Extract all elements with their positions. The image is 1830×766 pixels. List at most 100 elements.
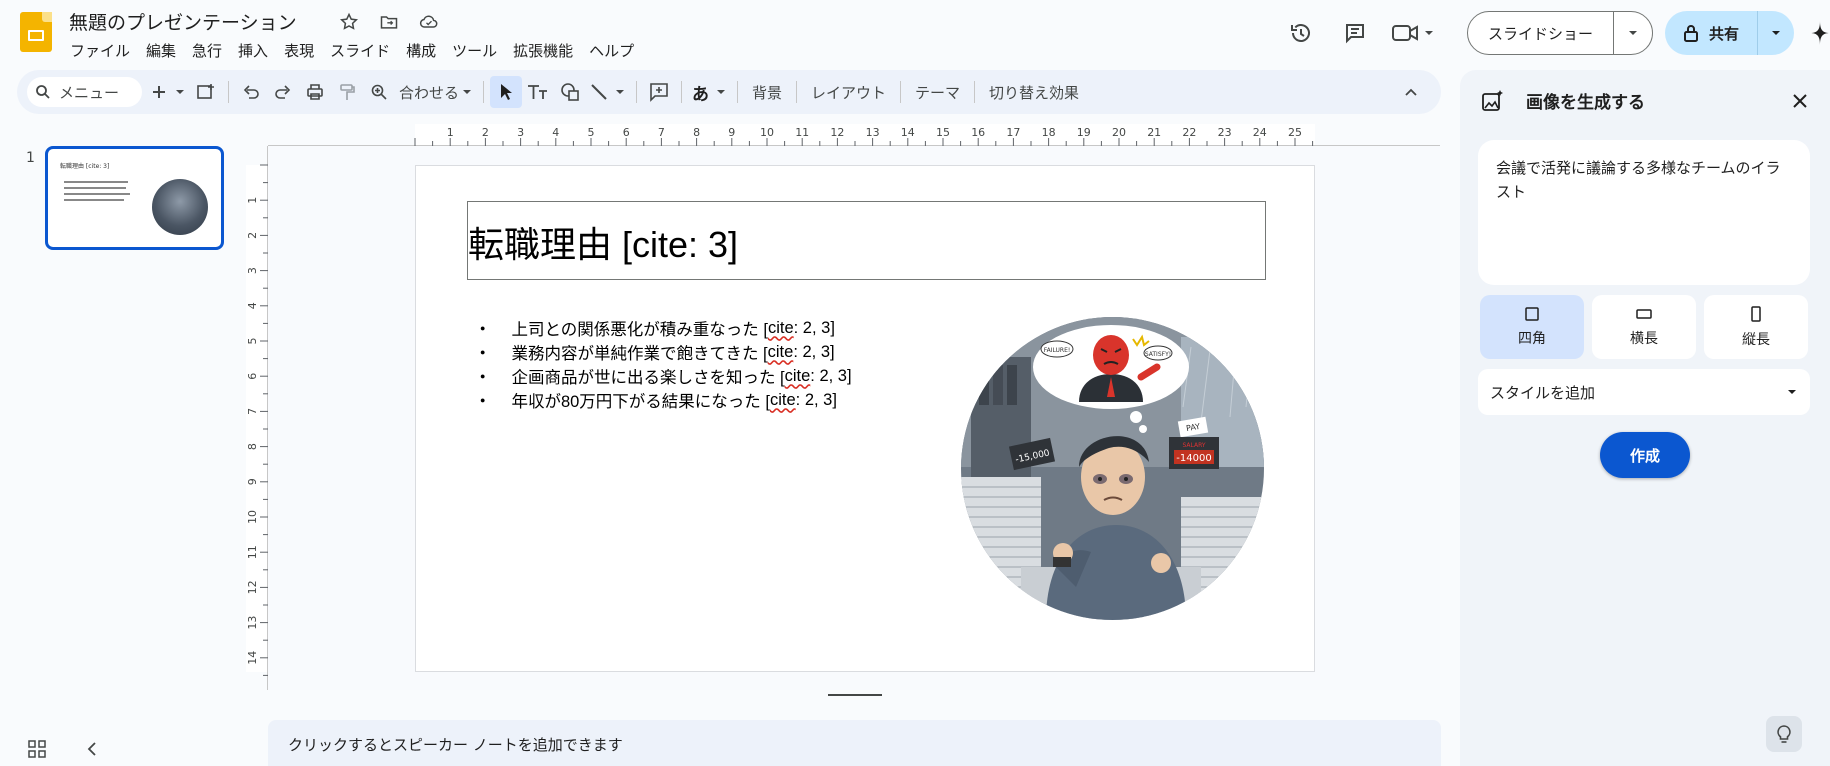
slide-editor[interactable]: 転職理由 [cite: 3] 上司との関係悪化が積み重なった [cite: 2,…	[415, 165, 1315, 672]
bullet-text: 企画商品が世に出る楽しさを知った [	[511, 369, 785, 387]
menu-slide[interactable]: スライド	[322, 38, 398, 63]
notes-resize-handle[interactable]	[828, 694, 882, 696]
chevron-down-icon	[717, 90, 725, 94]
menu-format[interactable]: 表現	[276, 38, 322, 63]
bullet-tail: : 2, 3]	[793, 342, 835, 361]
thumbnail-bullet-line	[64, 181, 128, 183]
select-tool-icon[interactable]	[490, 76, 522, 108]
bullet-tail: : 2, 3]	[810, 366, 852, 385]
chevron-down-icon	[1424, 31, 1433, 35]
layout-button[interactable]: レイアウト	[803, 82, 894, 103]
menu-view[interactable]: 急行	[184, 38, 230, 63]
meet-button[interactable]	[1391, 21, 1449, 45]
aspect-landscape-label: 横長	[1630, 331, 1658, 347]
thumbnail-illustration	[152, 179, 208, 235]
ruler-tick-label: 16	[971, 126, 985, 139]
text-box-icon[interactable]	[522, 76, 554, 108]
move-folder-icon[interactable]	[376, 10, 402, 34]
bubble-left-text: FAILURE!	[1044, 347, 1071, 354]
paint-format-icon[interactable]	[331, 76, 363, 108]
ruler-tick-label: 4	[552, 126, 559, 139]
grid-view-icon[interactable]	[28, 740, 46, 762]
slideshow-button[interactable]: スライドショー	[1466, 11, 1653, 55]
new-slide-button[interactable]	[148, 76, 190, 108]
bullet-tail: : 2, 3]	[793, 318, 835, 337]
speaker-notes[interactable]: クリックするとスピーカー ノートを追加できます	[268, 720, 1441, 766]
ruler-tick-label: 14	[901, 126, 915, 139]
toolbar-divider	[796, 81, 798, 103]
aspect-portrait-option[interactable]: 縦長	[1704, 295, 1808, 359]
background-button[interactable]: 背景	[744, 82, 790, 103]
menu-help[interactable]: ヘルプ	[581, 38, 642, 63]
header-actions: スライドショー 共有	[1281, 8, 1830, 58]
menu-arrange[interactable]: 構成	[398, 38, 444, 63]
star-icon[interactable]	[336, 10, 362, 34]
ruler-tick-label: 17	[1006, 126, 1020, 139]
transition-button[interactable]: 切り替え効果	[981, 82, 1087, 103]
toolbar-divider	[636, 81, 637, 103]
menu-tools[interactable]: ツール	[444, 38, 505, 63]
style-dropdown[interactable]: スタイルを追加	[1478, 369, 1810, 415]
aspect-landscape-option[interactable]: 横長	[1592, 295, 1696, 359]
ruler-tick-label: 4	[246, 302, 259, 309]
ruler-tick-label: 12	[830, 126, 844, 139]
close-icon[interactable]	[1792, 90, 1808, 114]
slideshow-label[interactable]: スライドショー	[1468, 12, 1614, 54]
slide-thumbnail[interactable]: 転職理由 [cite: 3]	[45, 146, 224, 250]
slide-title: 転職理由 [cite: 3]	[468, 224, 739, 265]
zoom-select[interactable]: 合わせる	[395, 76, 477, 108]
ruler-tick-label: 2	[246, 232, 259, 239]
ruler-tick-label: 12	[246, 580, 259, 594]
redo-icon[interactable]	[267, 76, 299, 108]
slide-number: 1	[26, 150, 35, 166]
bullet-item: 上司との関係悪化が積み重なった [cite: 2, 3]	[480, 316, 852, 340]
horizontal-ruler[interactable]: 1 2 3 4 5 6 7 8 9 10 11 12 13 14 15 16 17 18 19 20 21 22 23 24 2…	[268, 124, 1440, 146]
toolbar-divider	[228, 81, 229, 103]
vertical-ruler[interactable]: 1 2 3 4 5 6 7 8 9 10 11 12 13 14	[246, 146, 268, 690]
cloud-saved-icon[interactable]	[416, 10, 442, 34]
zoom-icon[interactable]	[363, 76, 395, 108]
bullet-list[interactable]: 上司との関係悪化が積み重なった [cite: 2, 3] 業務内容が単純作業で飽…	[480, 316, 852, 412]
share-dropdown-icon[interactable]	[1758, 27, 1794, 39]
gemini-icon[interactable]	[1794, 21, 1830, 45]
prompt-input[interactable]: 会議で活発に議論する多様なチームのイラスト	[1478, 140, 1810, 285]
menu-file[interactable]: ファイル	[62, 38, 138, 63]
collapse-filmstrip-icon[interactable]	[86, 740, 98, 762]
comments-icon[interactable]	[1335, 13, 1375, 53]
share-main[interactable]: 共有	[1665, 11, 1758, 55]
main-toolbar: メニュー 合わせる あ 背景 レイアウト テーマ 切り替え効果	[17, 70, 1441, 114]
menu-search[interactable]: メニュー	[27, 77, 142, 107]
menu-search-label: メニュー	[59, 83, 120, 102]
line-tool[interactable]	[586, 76, 630, 108]
menu-bar: ファイル 編集 急行 挿入 表現 スライド 構成 ツール 拡張機能 ヘルプ	[62, 38, 642, 63]
create-button[interactable]: 作成	[1600, 432, 1690, 478]
menu-insert[interactable]: 挿入	[230, 38, 276, 63]
input-tools-label: あ	[692, 84, 709, 105]
sign-right-value: -14000	[1176, 453, 1211, 464]
version-history-icon[interactable]	[1281, 13, 1321, 53]
slides-logo-icon[interactable]	[20, 12, 52, 52]
menu-extensions[interactable]: 拡張機能	[505, 38, 581, 63]
shape-icon[interactable]	[554, 76, 586, 108]
add-comment-icon[interactable]	[643, 76, 675, 108]
lightbulb-icon[interactable]	[1766, 716, 1802, 752]
plus-icon	[153, 86, 165, 98]
undo-icon[interactable]	[235, 76, 267, 108]
new-slide-layout-icon[interactable]	[190, 76, 222, 108]
share-button[interactable]: 共有	[1664, 11, 1794, 55]
input-tools[interactable]: あ	[688, 76, 731, 108]
style-dropdown-label: スタイルを追加	[1490, 383, 1596, 402]
title-placeholder[interactable]: 転職理由 [cite: 3]	[467, 201, 1266, 280]
menu-edit[interactable]: 編集	[138, 38, 184, 63]
collapse-toolbar-icon[interactable]	[1395, 76, 1427, 108]
theme-button[interactable]: テーマ	[907, 82, 968, 103]
aspect-square-option[interactable]: 四角	[1480, 295, 1584, 359]
slideshow-dropdown-icon[interactable]	[1614, 27, 1652, 39]
document-title[interactable]: 無題のプレゼンテーション	[69, 8, 297, 35]
ruler-tick-label: 6	[246, 373, 259, 380]
print-icon[interactable]	[299, 76, 331, 108]
ruler-tick-label: 24	[1253, 126, 1267, 139]
chevron-down-icon	[1788, 390, 1796, 394]
stressed-worker-illustration[interactable]: FAILURE! SATISFY! -15,000 PAY SALARY -14…	[961, 317, 1264, 620]
aspect-ratio-options: 四角 横長 縦長	[1480, 295, 1808, 359]
